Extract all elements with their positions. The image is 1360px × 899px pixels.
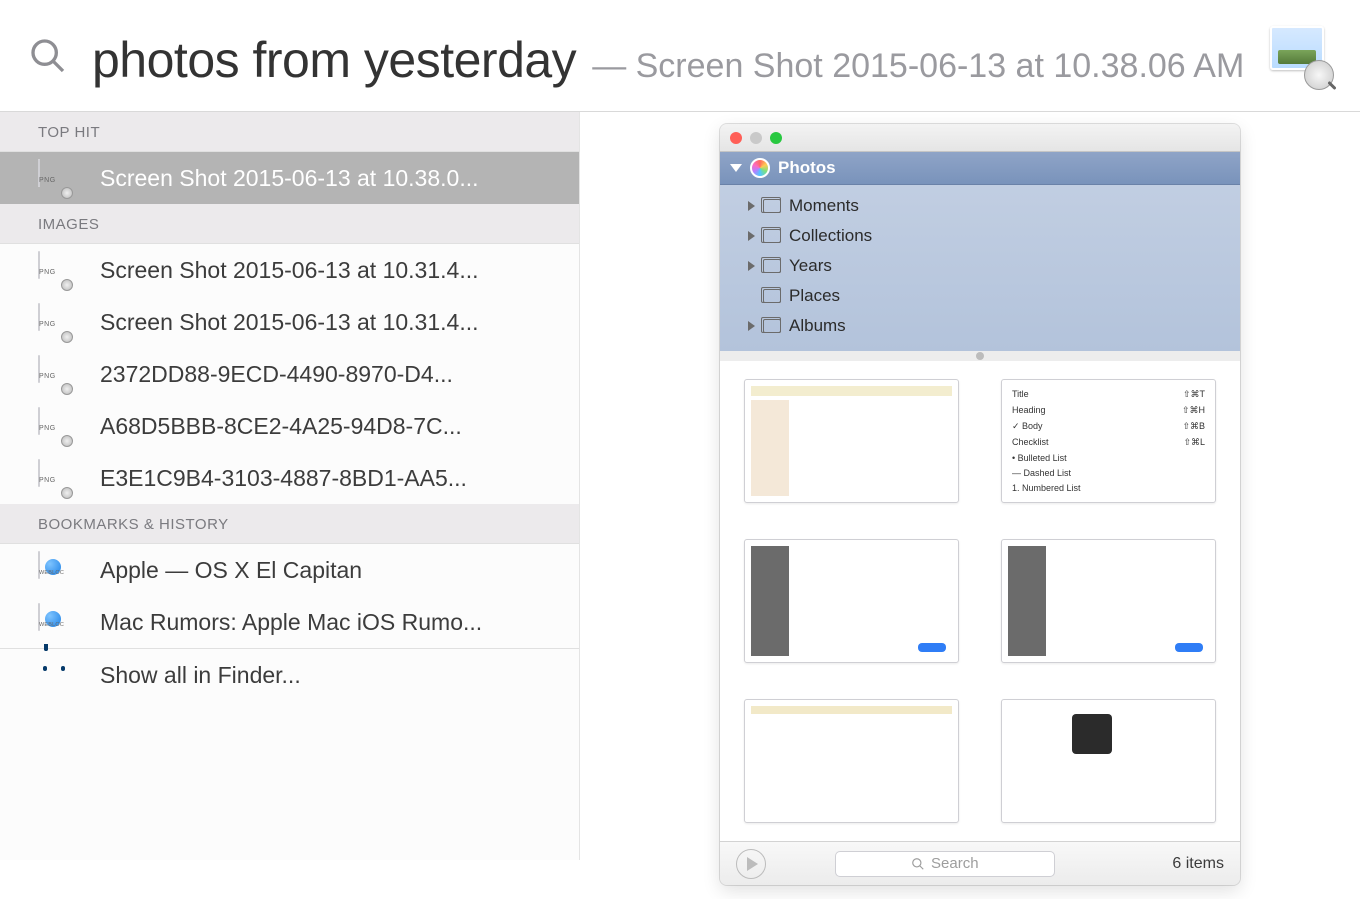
- item-count: 6 items: [1172, 855, 1224, 873]
- png-file-icon: [38, 304, 70, 340]
- sidebar-title: Photos: [778, 158, 836, 178]
- sidebar-item-collections[interactable]: Collections: [720, 221, 1240, 251]
- result-label: Apple — OS X El Capitan: [100, 557, 362, 584]
- result-row[interactable]: 2372DD88-9ECD-4490-8970-D4...: [0, 348, 579, 400]
- search-completion: — Screen Shot 2015-06-13 at 10.38.06 AM: [592, 47, 1244, 86]
- section-header-bookmarks: BOOKMARKS & HISTORY: [0, 504, 579, 544]
- quicklook-play-button[interactable]: [736, 849, 766, 879]
- preview-pane: Photos Moments Collections: [580, 112, 1360, 860]
- sidebar-item-years[interactable]: Years: [720, 251, 1240, 281]
- show-all-in-finder[interactable]: Show all in Finder...: [0, 649, 579, 701]
- sidebar-item-label: Collections: [789, 226, 872, 246]
- collection-icon: [763, 289, 781, 303]
- search-icon: [28, 36, 68, 76]
- webloc-file-icon: [38, 552, 70, 588]
- search-query-text: photos from yesterday: [92, 31, 576, 89]
- chevron-right-icon: [748, 201, 755, 211]
- result-row[interactable]: Mac Rumors: Apple Mac iOS Rumo...: [0, 596, 579, 648]
- collection-icon: [763, 259, 781, 273]
- result-label: 2372DD88-9ECD-4490-8970-D4...: [100, 361, 453, 388]
- thumbnail[interactable]: [744, 539, 959, 663]
- preview-titlebar: [720, 124, 1240, 152]
- result-label: Screen Shot 2015-06-13 at 10.38.0...: [100, 165, 479, 192]
- result-label: Show all in Finder...: [100, 662, 301, 689]
- sidebar-item-albums[interactable]: Albums: [720, 311, 1240, 341]
- preview-window: Photos Moments Collections: [720, 124, 1240, 885]
- search-input[interactable]: photos from yesterday — Screen Shot 2015…: [92, 23, 1244, 89]
- result-row-top-hit[interactable]: Screen Shot 2015-06-13 at 10.38.0...: [0, 152, 579, 204]
- png-file-icon: [38, 252, 70, 288]
- sidebar-item-label: Moments: [789, 196, 859, 216]
- section-header-top-hit: TOP HIT: [0, 112, 579, 152]
- result-row[interactable]: Apple — OS X El Capitan: [0, 544, 579, 596]
- sidebar-item-label: Albums: [789, 316, 846, 336]
- sidebar-list: Moments Collections Years: [720, 185, 1240, 351]
- result-label: E3E1C9B4-3103-4887-8BD1-AA5...: [100, 465, 467, 492]
- result-row[interactable]: A68D5BBB-8CE2-4A25-94D8-7C...: [0, 400, 579, 452]
- thumbnail[interactable]: [1001, 699, 1216, 823]
- collection-icon: [763, 319, 781, 333]
- zoom-icon[interactable]: [770, 132, 782, 144]
- result-label: Screen Shot 2015-06-13 at 10.31.4...: [100, 257, 479, 284]
- png-file-icon: [38, 356, 70, 392]
- collection-icon: [763, 229, 781, 243]
- webloc-file-icon: [38, 604, 70, 640]
- thumbnail[interactable]: [744, 379, 959, 503]
- png-file-icon: [38, 460, 70, 496]
- png-file-icon: [38, 408, 70, 444]
- photos-app-icon: [750, 158, 770, 178]
- result-row[interactable]: Screen Shot 2015-06-13 at 10.31.4...: [0, 296, 579, 348]
- sidebar-item-moments[interactable]: Moments: [720, 191, 1240, 221]
- sidebar-item-places[interactable]: Places: [720, 281, 1240, 311]
- result-row[interactable]: Screen Shot 2015-06-13 at 10.31.4...: [0, 244, 579, 296]
- minimize-icon: [750, 132, 762, 144]
- thumbnail[interactable]: [744, 699, 959, 823]
- result-label: A68D5BBB-8CE2-4A25-94D8-7C...: [100, 413, 462, 440]
- sidebar-head-photos[interactable]: Photos: [720, 152, 1240, 185]
- search-placeholder: Search: [931, 855, 979, 872]
- png-file-icon: [38, 160, 70, 196]
- result-label: Mac Rumors: Apple Mac iOS Rumo...: [100, 609, 482, 636]
- spacer: [748, 291, 755, 301]
- results-list: TOP HIT Screen Shot 2015-06-13 at 10.38.…: [0, 112, 580, 860]
- chevron-right-icon: [748, 231, 755, 241]
- result-row[interactable]: E3E1C9B4-3103-4887-8BD1-AA5...: [0, 452, 579, 504]
- chevron-right-icon: [748, 261, 755, 271]
- search-icon: [911, 857, 925, 871]
- close-icon[interactable]: [730, 132, 742, 144]
- search-bar: photos from yesterday — Screen Shot 2015…: [0, 0, 1360, 112]
- sidebar-item-label: Years: [789, 256, 832, 276]
- sidebar-item-label: Places: [789, 286, 840, 306]
- section-header-images: IMAGES: [0, 204, 579, 244]
- status-bar: Search 6 items: [720, 841, 1240, 885]
- preview-search-input[interactable]: Search: [835, 851, 1055, 877]
- splitter-handle[interactable]: [720, 351, 1240, 361]
- chevron-down-icon: [730, 164, 742, 172]
- chevron-right-icon: [748, 321, 755, 331]
- thumbnail-grid: Title⇧⌘T Heading⇧⌘H Body⇧⌘B Checklist⇧⌘L…: [720, 361, 1240, 841]
- thumbnail[interactable]: Title⇧⌘T Heading⇧⌘H Body⇧⌘B Checklist⇧⌘L…: [1001, 379, 1216, 503]
- result-label: Screen Shot 2015-06-13 at 10.31.4...: [100, 309, 479, 336]
- collection-icon: [763, 199, 781, 213]
- preview-app-icon: [1268, 24, 1332, 88]
- finder-icon: [38, 657, 70, 693]
- thumbnail[interactable]: [1001, 539, 1216, 663]
- spotlight-window: photos from yesterday — Screen Shot 2015…: [0, 0, 1360, 860]
